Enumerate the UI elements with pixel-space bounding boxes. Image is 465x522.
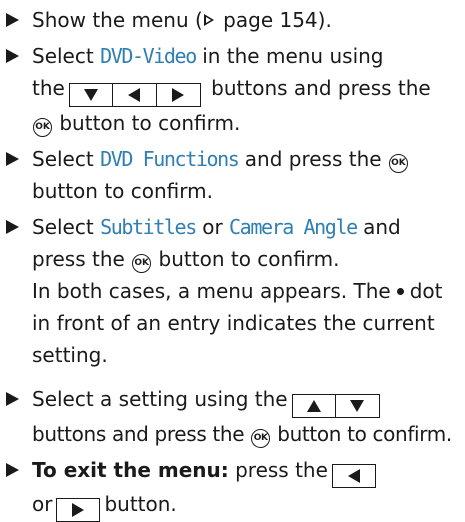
ok-icon: OK [388, 154, 408, 173]
instruction-list: Show the menu ( page 154). Select DVD-Vi… [0, 0, 465, 522]
step-text: dot [409, 279, 443, 303]
step-select-dvd-video: Select DVD-Video in the menu using the b… [6, 40, 457, 139]
ok-icon: OK [251, 429, 271, 448]
down-key [335, 394, 380, 418]
up-key [291, 394, 336, 418]
menu-item-subtitles: Subtitles [100, 215, 197, 239]
step-exit-menu: To exit the menu: press the or button. [6, 454, 457, 522]
menu-item-dvd-video: DVD-Video [100, 44, 197, 68]
bullet-arrow-icon [6, 392, 19, 406]
step-text: button to confirm. [32, 179, 213, 203]
menu-item-camera-angle: Camera Angle [229, 215, 358, 239]
bullet-arrow-icon [6, 463, 19, 477]
key-group-left [331, 464, 376, 488]
page-reference-icon [203, 14, 214, 26]
step-heading: To exit the menu: [32, 458, 229, 482]
step-text: press the [228, 458, 328, 482]
step-text: button. [104, 492, 177, 516]
bullet-arrow-icon [6, 49, 19, 63]
step-text: button to confirm. [277, 422, 452, 446]
step-text: in the menu using [195, 44, 384, 68]
left-arrow-icon [347, 469, 360, 483]
bullet-arrow-icon [6, 220, 19, 234]
step-text: the [32, 76, 65, 100]
bullet-arrow-icon [6, 13, 19, 27]
menu-item-dvd-functions: DVD Functions [100, 147, 240, 171]
key-group-right [56, 498, 101, 522]
down-arrow-icon [350, 400, 365, 412]
step-text: Show the menu ( [32, 8, 203, 32]
selection-dot-icon [396, 288, 404, 295]
right-arrow-icon [172, 88, 185, 102]
step-text: Select [32, 44, 101, 68]
step-select-subtitles-camera: Select Subtitles or Camera Angle and pre… [6, 211, 457, 371]
step-text: and press the [238, 147, 382, 171]
left-key [112, 83, 157, 107]
step-text: or [195, 215, 230, 239]
bullet-arrow-icon [6, 152, 19, 166]
step-text: buttons and press the [204, 76, 431, 100]
left-arrow-icon [128, 88, 141, 102]
down-key [68, 83, 113, 107]
step-text: in front of an entry indicates the curre… [32, 311, 435, 335]
key-group-down-left-right [68, 83, 201, 107]
step-text: Select [32, 147, 101, 171]
left-key [331, 464, 376, 488]
down-arrow-icon [83, 89, 98, 101]
step-text: press the [32, 247, 125, 271]
step-text: Select [32, 215, 101, 239]
step-text: In both cases, a menu appears. The [32, 279, 391, 303]
up-arrow-icon [306, 400, 321, 412]
step-select-setting: Select a setting using the buttons and p… [6, 383, 457, 450]
step-text: buttons and press the [32, 422, 245, 446]
step-text: setting. [32, 343, 108, 367]
right-key [56, 498, 101, 522]
ok-icon: OK [33, 118, 52, 137]
step-text: or [32, 492, 53, 516]
right-arrow-icon [72, 503, 85, 517]
step-text: button to confirm. [53, 111, 241, 135]
page-reference: page 154 [223, 8, 318, 32]
step-text: Select a setting using the [32, 387, 288, 411]
step-text: ). [317, 8, 332, 32]
step-text: and [356, 215, 401, 239]
step-select-dvd-functions: Select DVD Functions and press the OK bu… [6, 143, 457, 207]
right-key [156, 83, 201, 107]
ok-icon: OK [132, 254, 152, 273]
key-group-up-down [291, 394, 380, 418]
step-text: button to confirm. [152, 247, 340, 271]
step-show-menu: Show the menu ( page 154). [6, 4, 457, 36]
